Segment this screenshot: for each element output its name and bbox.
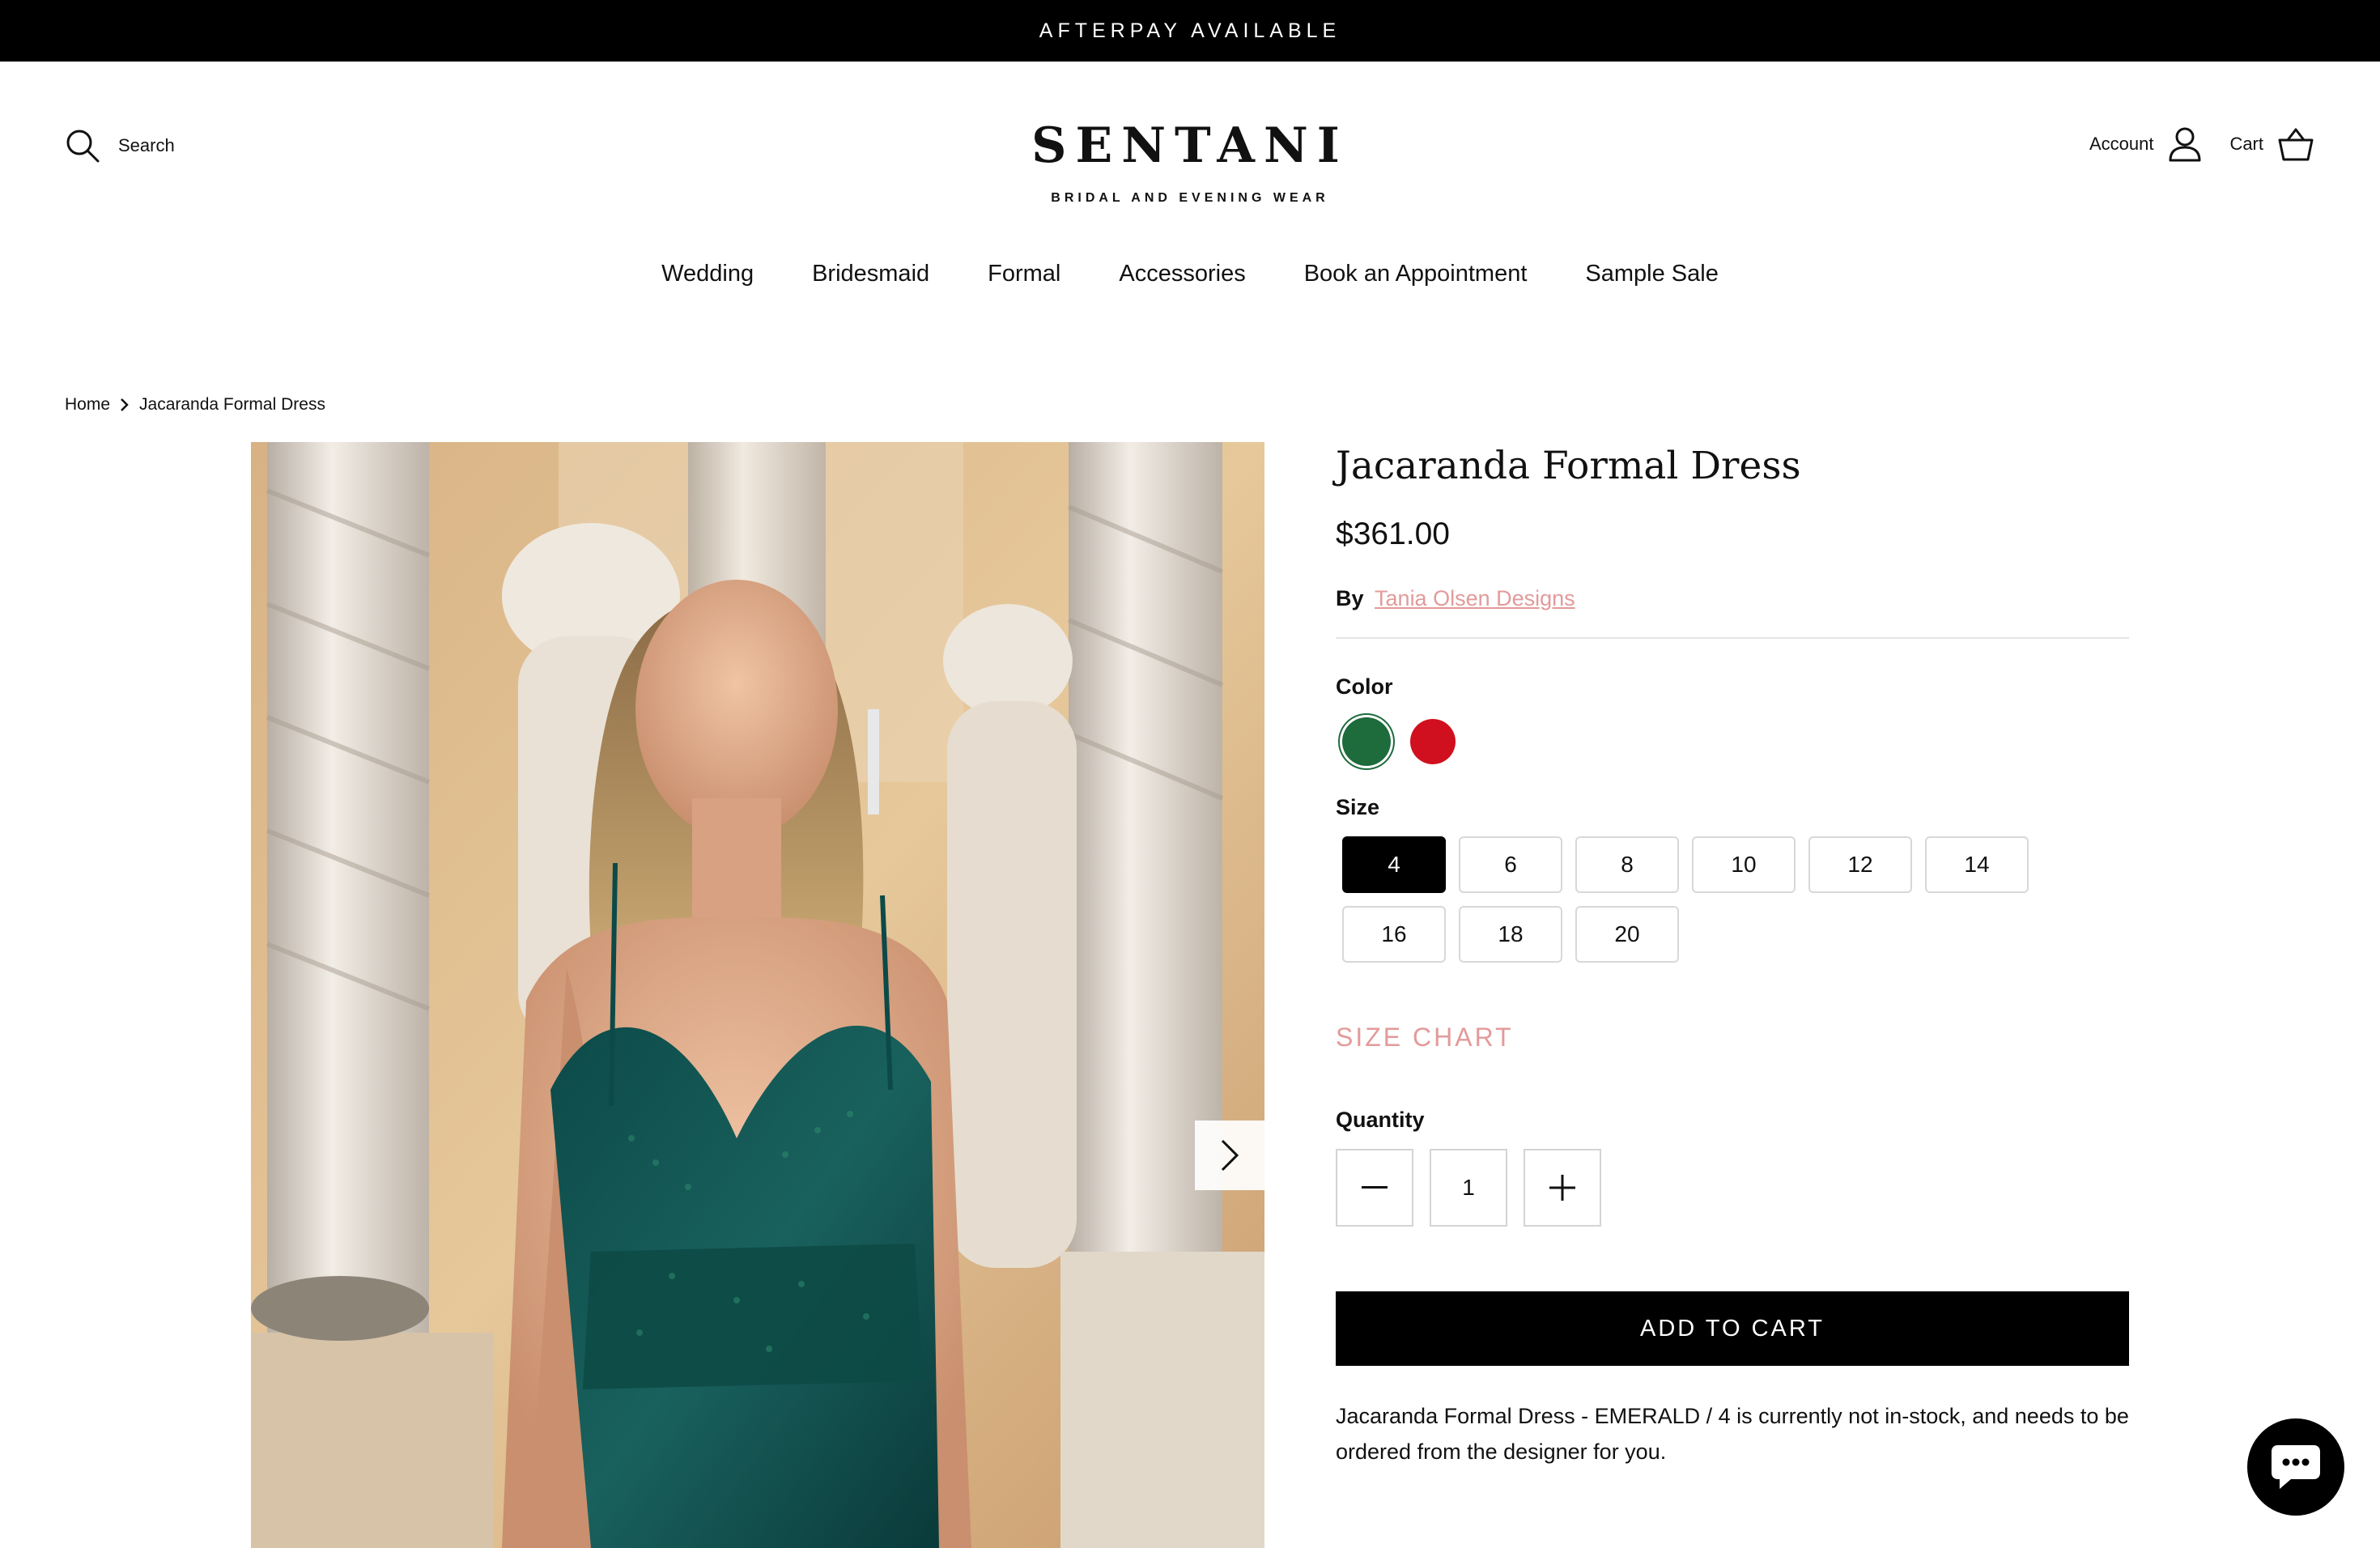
- nav-item-book-appointment[interactable]: Book an Appointment: [1304, 261, 1528, 287]
- minus-icon: [1362, 1186, 1388, 1189]
- size-label: Size: [1336, 795, 1380, 819]
- quantity-input[interactable]: 1: [1430, 1149, 1507, 1227]
- search-label: Search: [118, 135, 175, 155]
- nav-item-formal[interactable]: Formal: [988, 261, 1060, 287]
- logo-word: SENTANI: [1031, 117, 1349, 174]
- chevron-right-icon: [121, 398, 129, 411]
- quantity-decrease-button[interactable]: [1336, 1149, 1413, 1227]
- logo-tagline: BRIDAL AND EVENING WEAR: [1051, 191, 1329, 205]
- color-swatch-red[interactable]: [1410, 719, 1456, 764]
- quantity-stepper: 1: [1336, 1149, 2129, 1227]
- announcement-text: AFTERPAY AVAILABLE: [1039, 19, 1341, 42]
- vendor-link[interactable]: Tania Olsen Designs: [1375, 586, 1575, 610]
- color-swatches: [1336, 717, 2129, 766]
- size-option-6[interactable]: 6: [1459, 836, 1562, 893]
- product-vendor: By Tania Olsen Designs: [1336, 586, 2129, 611]
- color-swatch-emerald[interactable]: [1342, 717, 1391, 766]
- header-actions: Account Cart: [2089, 126, 2314, 162]
- quantity-increase-button[interactable]: [1524, 1149, 1601, 1227]
- color-label: Color: [1336, 674, 1393, 699]
- size-option-20[interactable]: 20: [1575, 906, 1679, 963]
- nav-item-wedding[interactable]: Wedding: [661, 261, 754, 287]
- size-option-8[interactable]: 8: [1575, 836, 1679, 893]
- size-option-18[interactable]: 18: [1459, 906, 1562, 963]
- breadcrumb-home[interactable]: Home: [65, 395, 110, 415]
- cart-basket-icon: [2278, 128, 2314, 161]
- product-photo: [251, 442, 1264, 1548]
- divider: [1336, 637, 2129, 639]
- next-image-button[interactable]: [1195, 1121, 1264, 1190]
- vendor-by-label: By: [1336, 586, 1364, 610]
- size-option-10[interactable]: 10: [1692, 836, 1796, 893]
- chevron-right-icon: [1221, 1139, 1239, 1172]
- chat-button[interactable]: [2247, 1418, 2344, 1516]
- product-image-gallery[interactable]: [251, 442, 1264, 1548]
- add-to-cart-button[interactable]: ADD TO CART: [1336, 1291, 2129, 1366]
- main-nav: Wedding Bridesmaid Formal Accessories Bo…: [0, 261, 2380, 287]
- announcement-bar: AFTERPAY AVAILABLE: [0, 0, 2380, 62]
- plus-icon: [1549, 1175, 1575, 1201]
- size-option-4[interactable]: 4: [1342, 836, 1446, 893]
- size-option-16[interactable]: 16: [1342, 906, 1446, 963]
- cart-label: Cart: [2229, 134, 2263, 154]
- size-options: 4 6 8 10 12 14 16 18 20: [1336, 836, 2129, 963]
- chat-bubble-icon: [2272, 1445, 2320, 1489]
- stock-note: Jacaranda Formal Dress - EMERALD / 4 is …: [1336, 1404, 2129, 1464]
- search-button[interactable]: Search: [65, 128, 175, 164]
- quantity-label: Quantity: [1336, 1108, 1425, 1132]
- cart-link[interactable]: Cart: [2229, 127, 2314, 161]
- product-details: Jacaranda Formal Dress $361.00 By Tania …: [1336, 437, 2129, 1469]
- nav-item-bridesmaid[interactable]: Bridesmaid: [812, 261, 929, 287]
- search-icon: [66, 130, 100, 163]
- nav-item-accessories[interactable]: Accessories: [1119, 261, 1245, 287]
- size-chart-link[interactable]: SIZE CHART: [1336, 1023, 2129, 1053]
- product-title: Jacaranda Formal Dress: [1336, 444, 1801, 488]
- size-option-12[interactable]: 12: [1808, 836, 1912, 893]
- size-option-14[interactable]: 14: [1925, 836, 2029, 893]
- product-price: $361.00: [1336, 517, 1450, 551]
- site-logo[interactable]: SENTANI BRIDAL AND EVENING WEAR: [1028, 120, 1352, 206]
- account-label: Account: [2089, 134, 2154, 154]
- breadcrumb: Home Jacaranda Formal Dress: [65, 395, 325, 415]
- account-icon: [2169, 127, 2201, 162]
- nav-item-sample-sale[interactable]: Sample Sale: [1585, 261, 1718, 287]
- account-link[interactable]: Account: [2089, 126, 2203, 162]
- breadcrumb-current: Jacaranda Formal Dress: [139, 395, 325, 414]
